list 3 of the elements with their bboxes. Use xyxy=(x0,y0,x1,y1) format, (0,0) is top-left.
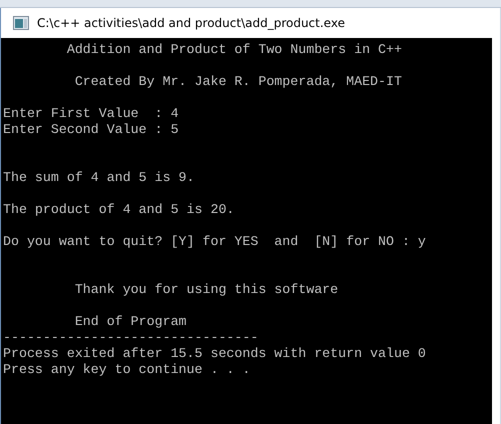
console-text: Addition and Product of Two Numbers in C++ Created By Mr. Jake R. Pomperada, MAED-IT Enter First Value : 4 Enter Second Value : 5 The sum of 4 and 5 is 9. The product of 4 and 5 is 20. Do you want to quit? [Y] for YES and [N] for NO : y Thank you for using this software End of Program -------------------------------- Process exited after 15.5 seconds with return value 0 Press any key to continue . . . xyxy=(3,42,427,378)
window-title: C:\c++ activities\add and product\add_product.exe xyxy=(37,16,345,30)
console-app-icon xyxy=(13,16,29,30)
